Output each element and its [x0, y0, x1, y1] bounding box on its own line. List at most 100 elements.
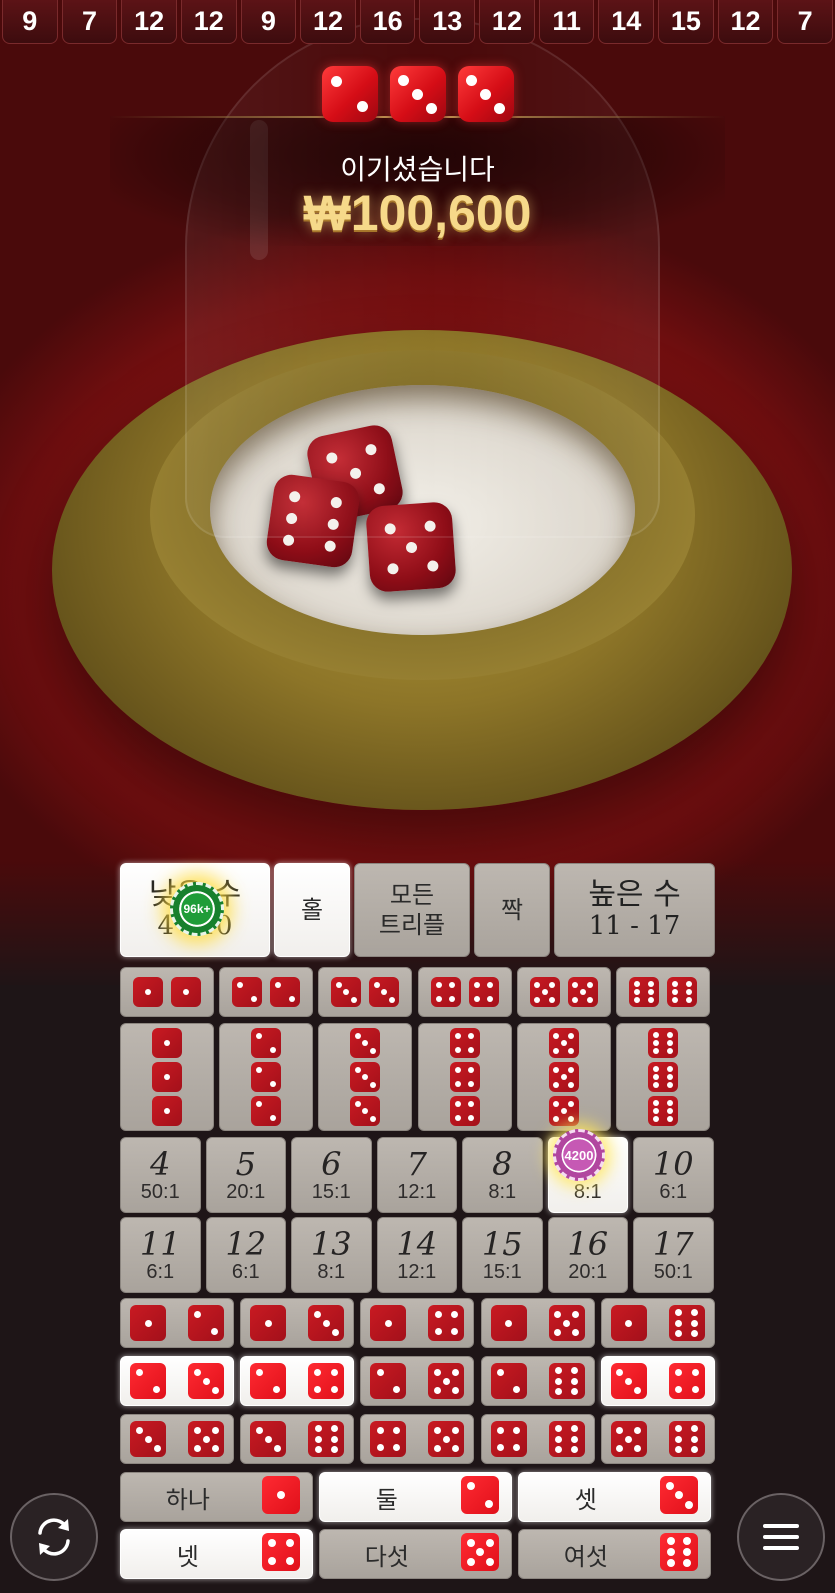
bet-combo-1-3[interactable] — [240, 1298, 355, 1348]
bet-total-11[interactable]: 11 6:1 — [120, 1217, 201, 1293]
history-item: 14 — [598, 0, 655, 44]
single-die — [461, 1476, 499, 1518]
bet-single-1[interactable]: 하나 — [120, 1472, 313, 1522]
die-face-5-icon — [548, 1028, 579, 1058]
bet-odd[interactable]: 홀 — [274, 863, 350, 957]
bet-total-5[interactable]: 5 20:1 — [205, 1137, 286, 1213]
bet-combo-1-4[interactable] — [360, 1298, 475, 1348]
bet-double-2[interactable] — [219, 967, 314, 1017]
menu-button[interactable] — [737, 1493, 825, 1581]
die-face-5-icon — [610, 1421, 647, 1457]
total-number: 4 — [150, 1145, 171, 1183]
double-dice — [133, 977, 201, 1007]
bet-total-7[interactable]: 7 12:1 — [376, 1137, 457, 1213]
die-face-3-icon — [188, 1363, 224, 1399]
die-face-2-icon — [188, 1305, 224, 1341]
bet-total-14[interactable]: 14 12:1 — [376, 1217, 457, 1293]
die-face-4-icon — [668, 1363, 705, 1399]
single-label: 다섯 — [364, 1542, 409, 1571]
history-item: 11 — [538, 0, 595, 44]
die-face-3-icon — [130, 1421, 166, 1457]
bet-triple-3[interactable] — [318, 1023, 413, 1131]
bet-triple-4[interactable] — [417, 1023, 512, 1131]
bet-total-6[interactable]: 6 15:1 — [291, 1137, 372, 1213]
bet-single-6[interactable]: 여섯 — [518, 1529, 711, 1579]
result-die-icon — [389, 66, 446, 122]
die-face-6-icon — [548, 1363, 585, 1399]
die-face-5-icon — [529, 977, 560, 1007]
bet-total-4[interactable]: 4 50:1 — [120, 1137, 201, 1213]
bet-big[interactable]: 높은 수 11 - 17 — [554, 863, 715, 957]
combo-dice — [250, 1421, 345, 1457]
die-face-4-icon — [449, 1062, 480, 1092]
die-face-3-icon — [331, 977, 362, 1007]
die-face-5-icon — [428, 1363, 465, 1399]
triple-dice — [548, 1028, 579, 1126]
result-die-icon — [457, 66, 514, 122]
bet-triple-6[interactable] — [616, 1023, 710, 1131]
die-face-6-icon — [668, 1305, 705, 1341]
die-face-3-icon — [660, 1476, 698, 1514]
bet-combo-4-5[interactable] — [360, 1414, 475, 1464]
bet-combo-2-6[interactable] — [480, 1356, 595, 1406]
bet-total-16[interactable]: 16 20:1 — [547, 1217, 628, 1293]
bet-total-13[interactable]: 13 8:1 — [291, 1217, 372, 1293]
die-face-1-icon — [152, 1062, 182, 1092]
total-payout: 6:1 — [231, 1261, 260, 1283]
combo-dice — [130, 1305, 224, 1341]
bet-single-5[interactable]: 다섯 — [319, 1529, 512, 1579]
die-face-1-icon — [130, 1305, 166, 1341]
total-payout: 20:1 — [568, 1261, 608, 1283]
bet-even[interactable]: 짝 — [474, 863, 550, 957]
bet-double-1[interactable] — [120, 967, 214, 1017]
bet-combo-3-4[interactable] — [600, 1356, 715, 1406]
bet-double-5[interactable] — [516, 967, 611, 1017]
bet-triple-5[interactable] — [516, 1023, 611, 1131]
bet-combo-3-6[interactable] — [240, 1414, 355, 1464]
bet-double-3[interactable] — [318, 967, 413, 1017]
double-dice — [232, 977, 301, 1007]
repeat-bet-button[interactable] — [10, 1493, 98, 1581]
bet-chip-value: 96k+ — [183, 902, 211, 916]
bet-combo-4-6[interactable] — [480, 1414, 595, 1464]
bet-combo-2-5[interactable] — [360, 1356, 475, 1406]
bet-single-2[interactable]: 둘 — [319, 1472, 512, 1522]
bet-any-triple-line1: 모든 — [389, 881, 435, 909]
bet-total-17[interactable]: 17 50:1 — [633, 1217, 714, 1293]
bet-combo-2-3[interactable] — [120, 1356, 234, 1406]
bet-single-3[interactable]: 셋 — [518, 1472, 711, 1522]
bet-any-triple-line2: 트리플 — [378, 911, 446, 939]
bet-big-label: 높은 수 — [588, 877, 681, 912]
bet-any-triple[interactable]: 모든 트리플 — [354, 863, 470, 957]
bet-double-6[interactable] — [616, 967, 710, 1017]
die-face-4-icon — [308, 1363, 345, 1399]
bet-combo-1-2[interactable] — [120, 1298, 234, 1348]
history-item: 15 — [658, 0, 714, 44]
bet-triple-2[interactable] — [219, 1023, 314, 1131]
bet-combo-5-6[interactable] — [600, 1414, 715, 1464]
bet-total-10[interactable]: 10 6:1 — [633, 1137, 714, 1213]
bet-combo-2-4[interactable] — [240, 1356, 355, 1406]
bet-total-8[interactable]: 8 8:1 — [462, 1137, 543, 1213]
single-label: 넷 — [176, 1542, 199, 1571]
bet-total-12[interactable]: 12 6:1 — [205, 1217, 286, 1293]
total-number: 15 — [481, 1225, 523, 1263]
die-face-2-icon — [490, 1363, 527, 1399]
total-number: 16 — [567, 1225, 609, 1263]
combo-dice — [490, 1421, 585, 1457]
bet-triple-1[interactable] — [120, 1023, 214, 1131]
total-payout: 50:1 — [653, 1261, 693, 1283]
single-die — [262, 1533, 300, 1575]
die-face-6-icon — [648, 1062, 678, 1092]
bet-single-4[interactable]: 넷 — [120, 1529, 313, 1579]
bet-combo-1-5[interactable] — [480, 1298, 595, 1348]
combo-dice — [490, 1363, 585, 1399]
combo-dice — [370, 1421, 465, 1457]
die-face-6-icon — [629, 977, 659, 1007]
history-item: 16 — [359, 0, 416, 44]
bet-double-4[interactable] — [417, 967, 512, 1017]
bet-combo-3-5[interactable] — [120, 1414, 234, 1464]
die-face-2-icon — [461, 1476, 499, 1514]
bet-combo-1-6[interactable] — [600, 1298, 715, 1348]
bet-total-15[interactable]: 15 15:1 — [462, 1217, 543, 1293]
